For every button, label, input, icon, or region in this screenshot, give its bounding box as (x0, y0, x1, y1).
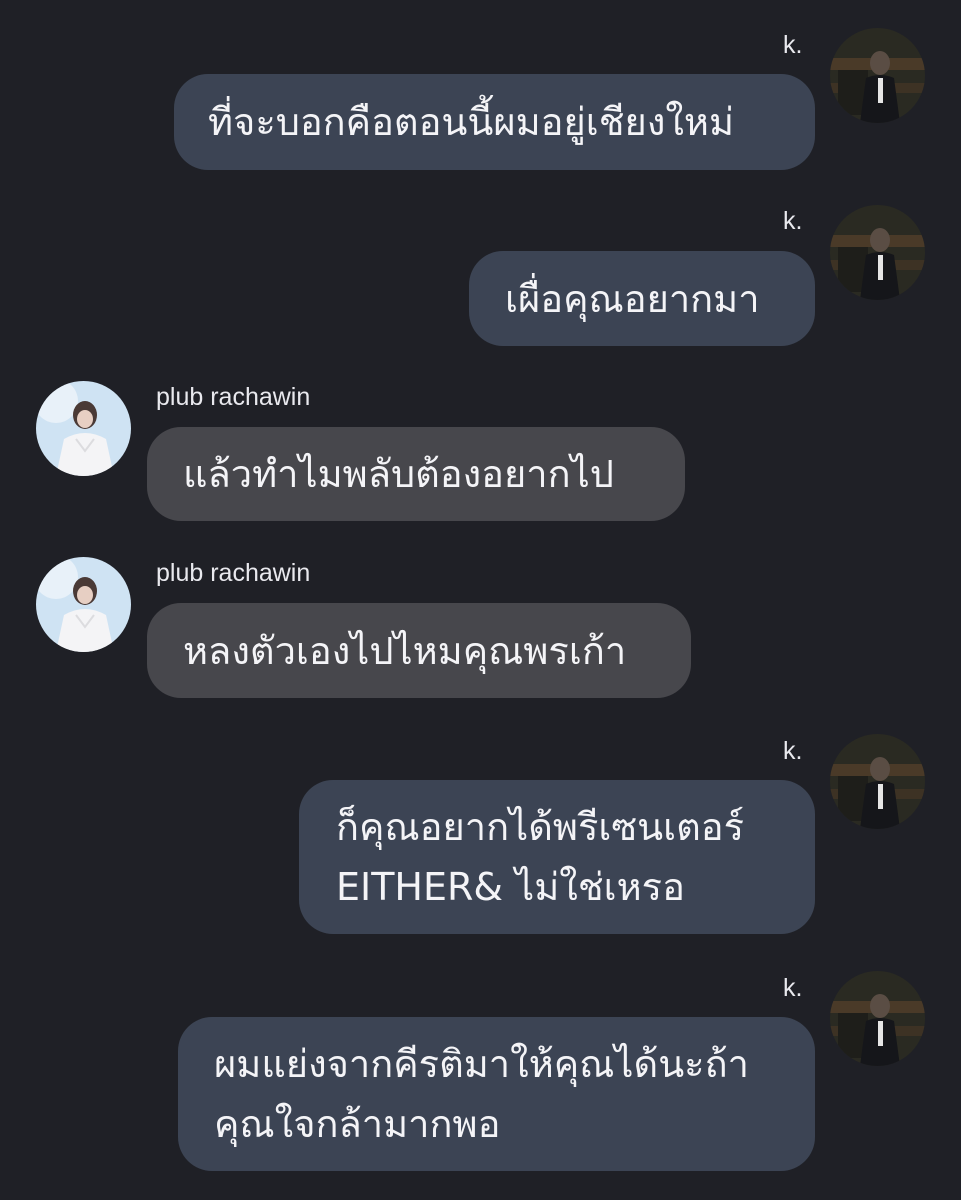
message-bubble[interactable]: ที่จะบอกคือตอนนี้ผมอยู่เชียงใหม่ (174, 74, 815, 170)
message-bubble[interactable]: เผื่อคุณอยากมา (469, 251, 815, 346)
message-text: ที่จะบอกคือตอนนี้ผมอยู่เชียงใหม่ (208, 100, 735, 144)
avatar-photo-k-icon (830, 28, 925, 123)
avatar-photo-k-icon (830, 971, 925, 1066)
avatar-photo-k-icon (830, 734, 925, 829)
message-text: ผมแย่งจากคีรติมาให้คุณได้นะถ้า คุณใจกล้า… (214, 1042, 749, 1146)
message-text: แล้วทำไมพลับต้องอยากไป (183, 452, 614, 496)
avatar-plub-rachawin[interactable] (36, 557, 131, 652)
message-bubble[interactable]: หลงตัวเองไปไหมคุณพรเก้า (147, 603, 691, 698)
sender-name: plub rachawin (156, 559, 311, 587)
avatar-k[interactable] (830, 971, 925, 1066)
message-text: ก็คุณอยากได้พรีเซนเตอร์ EITHER& ไม่ใช่เห… (336, 805, 745, 909)
avatar-plub-rachawin[interactable] (36, 381, 131, 476)
sender-name: k. (783, 974, 803, 1002)
message-text: หลงตัวเองไปไหมคุณพรเก้า (183, 628, 627, 673)
message-bubble[interactable]: แล้วทำไมพลับต้องอยากไป (147, 427, 685, 521)
message-bubble[interactable]: ก็คุณอยากได้พรีเซนเตอร์ EITHER& ไม่ใช่เห… (299, 780, 815, 934)
sender-name: k. (783, 207, 803, 235)
sender-name: k. (783, 737, 803, 765)
sender-name: k. (783, 31, 803, 59)
avatar-k[interactable] (830, 28, 925, 123)
avatar-photo-plub-icon (36, 557, 131, 652)
message-text: เผื่อคุณอยากมา (505, 276, 760, 321)
sender-name: plub rachawin (156, 383, 311, 411)
message-bubble[interactable]: ผมแย่งจากคีรติมาให้คุณได้นะถ้า คุณใจกล้า… (178, 1017, 815, 1171)
chat-thread: k. ที่จะบอกคือตอนนี้ผมอยู่เชียงใหม่ k. เ… (0, 0, 961, 1200)
avatar-photo-plub-icon (36, 381, 131, 476)
avatar-k[interactable] (830, 734, 925, 829)
avatar-photo-k-icon (830, 205, 925, 300)
avatar-k[interactable] (830, 205, 925, 300)
